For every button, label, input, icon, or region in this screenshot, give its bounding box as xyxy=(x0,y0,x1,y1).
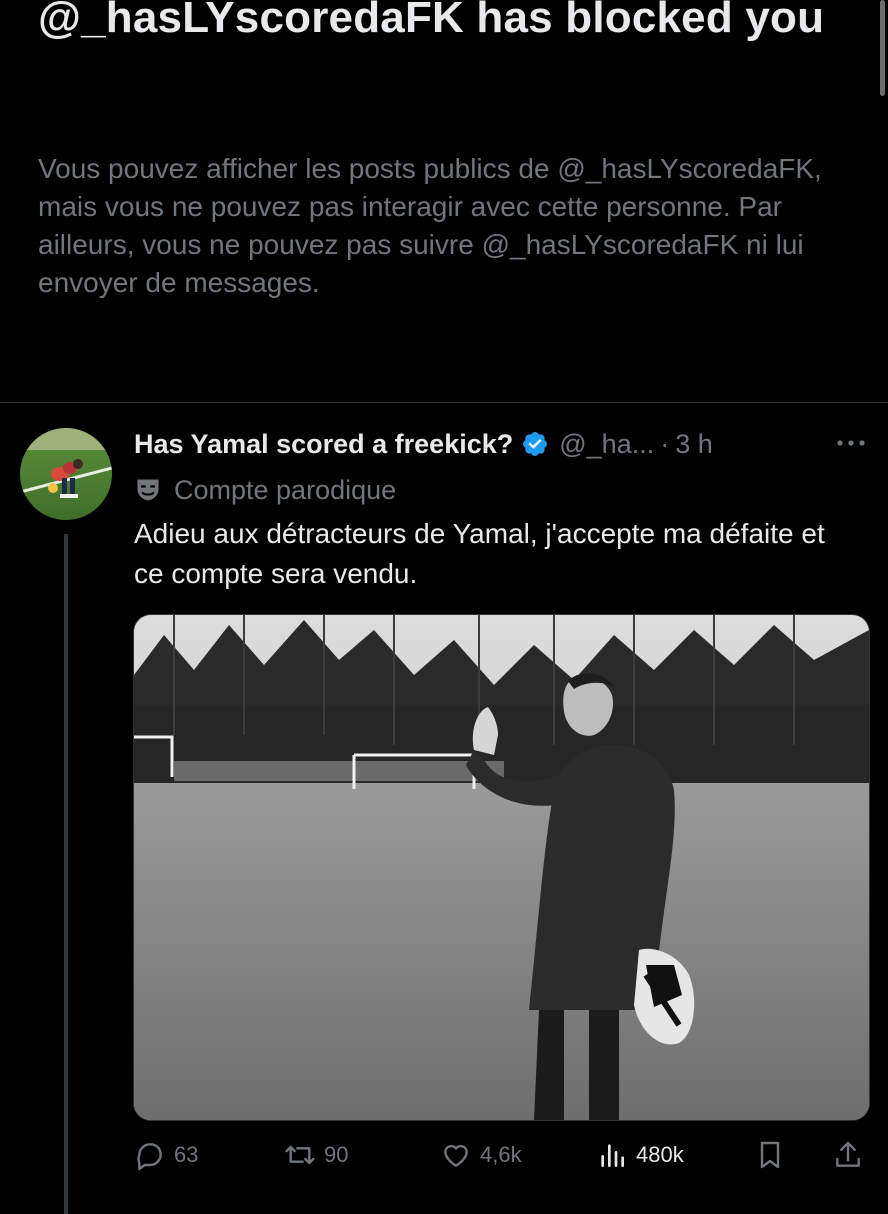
reply-button[interactable]: 63 xyxy=(134,1132,198,1178)
avatar[interactable] xyxy=(20,428,112,520)
bookmark-icon[interactable] xyxy=(754,1139,786,1171)
parody-text: Compte parodique xyxy=(174,474,397,505)
reply-count: 63 xyxy=(174,1142,199,1167)
post-actions: 63 90 4,6k 480k xyxy=(134,1132,868,1178)
timestamp[interactable]: 3 h xyxy=(675,429,713,460)
reply-bubble-icon xyxy=(137,1143,162,1171)
thread-line xyxy=(64,534,68,1214)
views-button[interactable]: 480k xyxy=(596,1132,684,1178)
analytics-bars-icon xyxy=(601,1144,624,1167)
share-icon[interactable] xyxy=(832,1139,864,1171)
meta-separator: · xyxy=(660,428,670,459)
verified-badge-icon[interactable] xyxy=(521,430,549,458)
post-image[interactable] xyxy=(133,614,870,1121)
display-name[interactable]: Has Yamal scored a freekick? xyxy=(134,429,513,460)
scrollbar[interactable] xyxy=(880,0,885,96)
theater-mask-icon xyxy=(137,479,159,501)
repost-button[interactable]: 90 xyxy=(284,1132,348,1178)
heart-icon xyxy=(444,1144,468,1167)
divider xyxy=(0,402,888,403)
like-button[interactable]: 4,6k xyxy=(440,1132,522,1178)
more-horizontal-icon[interactable] xyxy=(834,428,868,458)
handle[interactable]: @_ha... xyxy=(559,429,654,460)
blocked-title: @_hasLYscoredaFK has blocked you xyxy=(38,0,825,42)
repost-count: 90 xyxy=(324,1142,349,1167)
blocked-description: Vous pouvez afficher les posts publics d… xyxy=(38,153,822,298)
like-count: 4,6k xyxy=(480,1142,522,1167)
post-text: Adieu aux détracteurs de Yamal, j'accept… xyxy=(134,518,825,589)
parody-label: Compte parodique xyxy=(134,472,396,508)
post-header: Has Yamal scored a freekick? @_ha... · 3… xyxy=(134,424,713,464)
repost-icon xyxy=(285,1145,315,1165)
blocked-notice: @_hasLYscoredaFK has blocked you Vous po… xyxy=(38,0,858,298)
views-count: 480k xyxy=(636,1142,684,1167)
